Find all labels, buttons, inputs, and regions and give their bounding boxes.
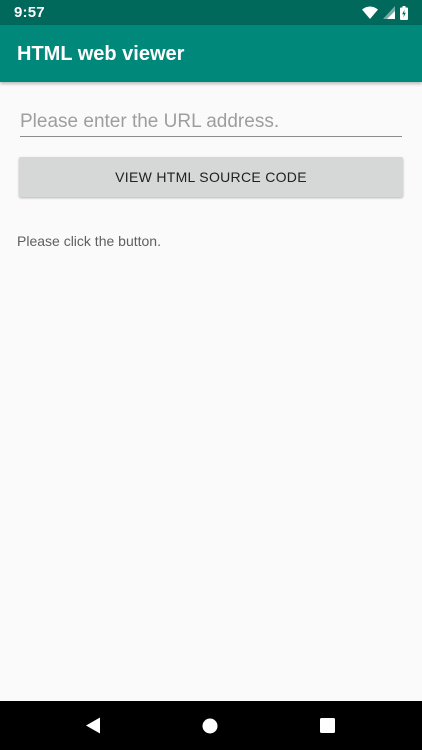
status-bar: 9:57 — [0, 0, 422, 25]
wifi-icon — [362, 6, 378, 19]
navigation-bar — [0, 701, 422, 750]
app-bar: HTML web viewer — [0, 25, 422, 82]
view-html-source-button[interactable]: VIEW HTML SOURCE CODE — [19, 157, 403, 197]
status-icons — [362, 5, 408, 20]
app-screen: 9:57 HTML web viewer VIEW HTML SOURCE CO… — [0, 0, 422, 750]
result-text: Please click the button. — [17, 233, 161, 249]
back-icon — [85, 717, 101, 734]
home-button[interactable] — [180, 701, 240, 750]
home-icon — [202, 718, 218, 734]
recents-icon — [319, 718, 335, 733]
recents-button[interactable] — [297, 701, 357, 750]
back-button[interactable] — [63, 701, 123, 750]
cellular-signal-icon — [383, 6, 395, 19]
url-input[interactable] — [20, 108, 402, 137]
app-title: HTML web viewer — [17, 43, 185, 65]
status-time: 9:57 — [14, 4, 45, 21]
battery-charging-icon — [400, 5, 408, 20]
